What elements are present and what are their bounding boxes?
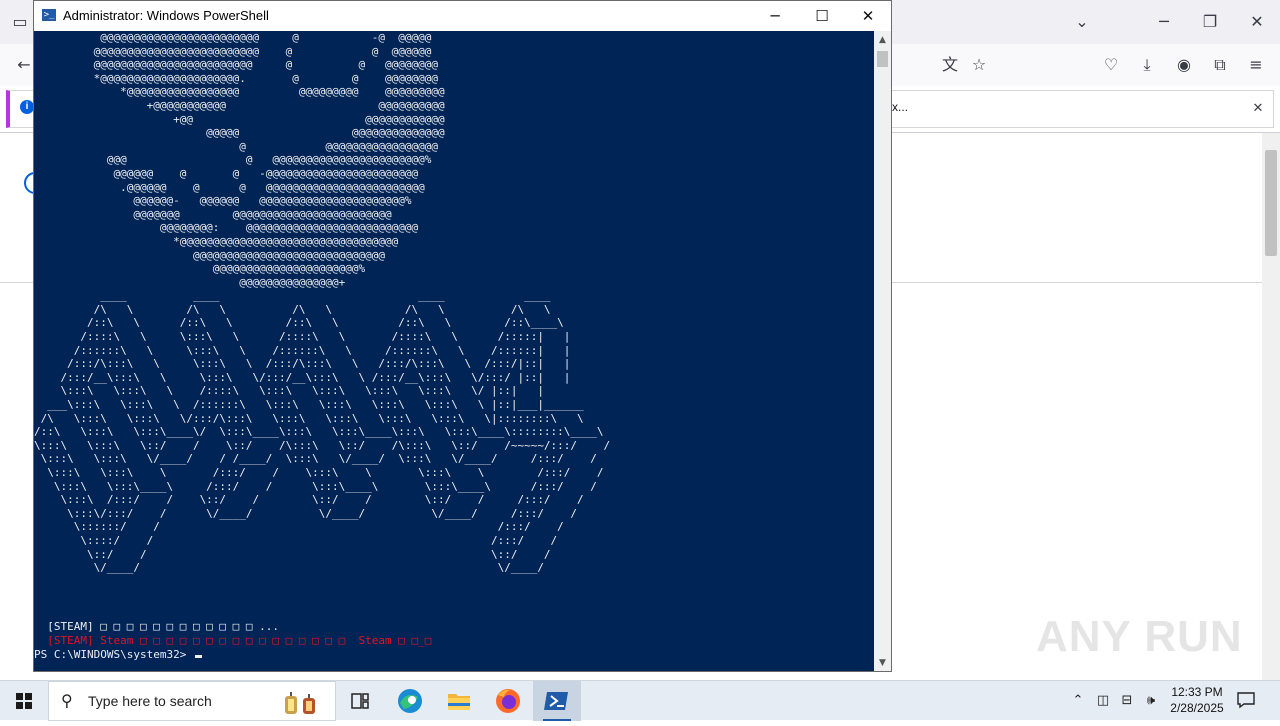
prompt-text: PS C:\WINDOWS\system32> [34, 648, 193, 661]
account-icon[interactable]: ◉ [1172, 55, 1196, 75]
info-icon: i [20, 100, 34, 114]
search-icon: ⚲ [61, 691, 73, 710]
close-button[interactable]: ✕ [845, 1, 891, 31]
download-icon[interactable]: ⤓ [1135, 55, 1159, 75]
ascii-art-banner: @@@@@@@@@@@@@@@@@@@@@@@@ @ -@ @@@@@ @@@@… [34, 31, 611, 575]
text-cursor [194, 655, 202, 658]
restore-icon[interactable]: ❐ [1198, 12, 1222, 32]
windows-logo-icon [16, 693, 32, 709]
translate-icon[interactable]: 文 [938, 55, 962, 75]
lanterns-icon [285, 692, 315, 714]
start-button[interactable] [0, 681, 48, 721]
powershell-taskbar-icon [544, 692, 568, 710]
folder-icon [448, 694, 470, 710]
firefox-icon [496, 689, 520, 713]
task-view-button[interactable] [336, 681, 384, 721]
taskbar: ⚲ Type here to search ⌃ ◫ ⊟ 🕪 12:33 PM 2… [0, 680, 1280, 721]
minimize-button[interactable]: ─ [752, 1, 798, 31]
taskbar-powershell[interactable] [533, 681, 581, 721]
task-view-icon [351, 693, 369, 709]
bookmark-star-icon[interactable]: ☆ [967, 55, 991, 75]
clock-time: 12:33 PM [1171, 685, 1223, 699]
volume-icon[interactable]: 🕪 [1140, 681, 1162, 721]
powershell-icon: >_ [42, 9, 56, 21]
taskbar-clock[interactable]: 12:33 PM 2/28/2025 [1162, 684, 1232, 716]
scroll-down-icon[interactable]: ▼ [874, 656, 891, 670]
console-output[interactable]: @@@@@@@@@@@@@@@@@@@@@@@@ @ -@ @@@@@ @@@@… [34, 31, 874, 671]
tab-list-icon[interactable]: ▭ [8, 12, 32, 32]
powershell-titlebar[interactable]: >_ Administrator: Windows PowerShell ─ ☐… [34, 1, 891, 31]
minimize-icon[interactable]: ─ [1152, 12, 1176, 32]
window-title: Administrator: Windows PowerShell [63, 8, 269, 23]
show-hidden-icons-chevron-icon[interactable]: ⌃ [1068, 681, 1088, 721]
page-scrollbar-thumb[interactable] [1265, 150, 1277, 256]
console-prompt[interactable]: PS C:\WINDOWS\system32> [34, 648, 202, 662]
pocket-icon[interactable]: ♡ [1099, 55, 1123, 75]
taskbar-file-explorer[interactable] [435, 681, 483, 721]
menu-icon[interactable]: ≡ [1244, 55, 1268, 75]
search-placeholder: Type here to search [88, 693, 212, 709]
console-scrollbar[interactable] [874, 31, 891, 671]
notification-partial-text: x... [892, 100, 909, 114]
taskbar-edge[interactable] [386, 681, 434, 721]
network-icon[interactable]: ⊟ [1116, 681, 1138, 721]
close-icon[interactable]: ✕ [1245, 12, 1269, 32]
chevron-down-icon[interactable]: ⌄ [1070, 12, 1094, 32]
console-scrollbar-thumb[interactable] [877, 51, 888, 67]
edge-icon [398, 689, 422, 713]
clock-date: 2/28/2025 [1170, 701, 1224, 715]
taskbar-search-box[interactable]: ⚲ Type here to search [48, 681, 336, 721]
notification-center-icon[interactable] [1236, 691, 1256, 709]
console-line-steam-error: [STEAM] Steam □ □ □ □ □ □ □ □ □ □ □ □ □ … [34, 634, 432, 647]
taskbar-firefox[interactable] [484, 681, 532, 721]
anyrun-watermark: ANY RUN [1036, 612, 1243, 661]
maximize-button[interactable]: ☐ [799, 1, 845, 31]
notification-close-icon[interactable]: ✕ [1246, 99, 1270, 119]
powershell-window: >_ Administrator: Windows PowerShell ─ ☐… [33, 0, 892, 672]
meet-now-icon[interactable]: ◫ [1093, 681, 1113, 721]
console-line-steam-status: [STEAM] □ □ □ □ □ □ □ □ □ □ □ □ ... [34, 620, 280, 633]
extensions-icon[interactable]: ⧉ [1208, 55, 1232, 75]
scroll-up-icon[interactable]: ▲ [874, 33, 891, 47]
